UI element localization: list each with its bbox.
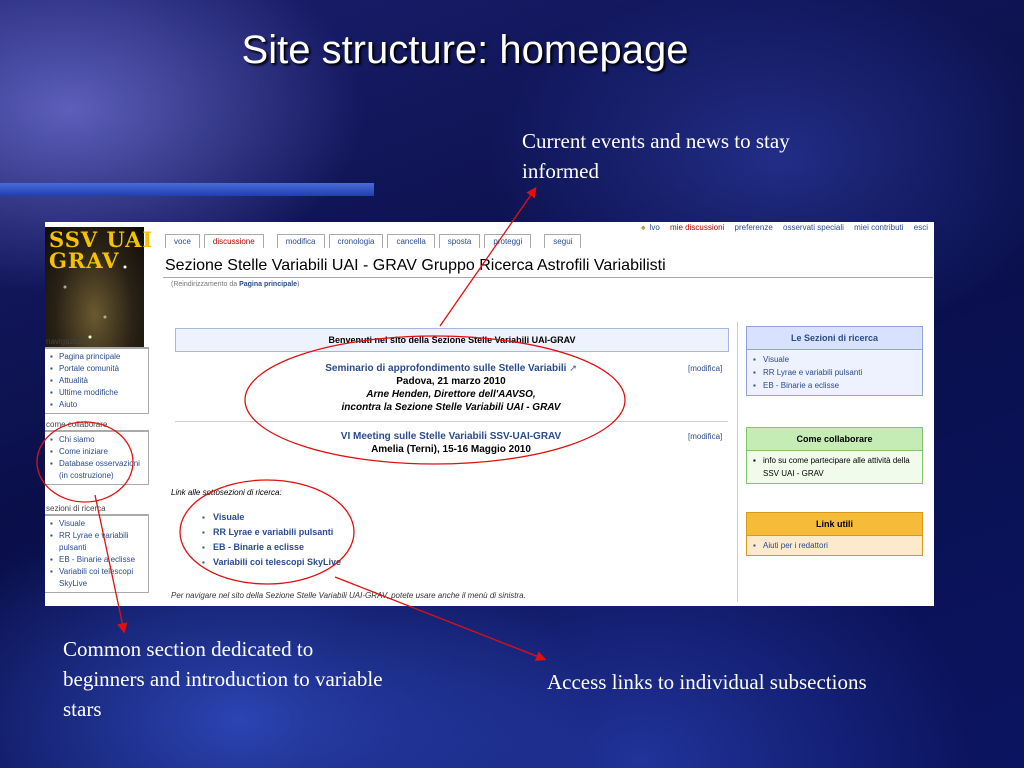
box-collaborate: Come collaborare info su come partecipar…	[746, 427, 923, 484]
event-title: Seminario di approfondimento sulle Stell…	[175, 362, 727, 375]
event-title-link[interactable]: Seminario di approfondimento sulle Stell…	[325, 363, 566, 374]
accent-bar	[0, 183, 374, 196]
callout-beginners: Common section dedicated to beginners an…	[63, 637, 383, 721]
event-divider	[175, 421, 728, 422]
subsection-link-visuale[interactable]: Visuale	[201, 510, 341, 525]
external-link-icon: ↗	[569, 363, 577, 373]
box-research-sections: Le Sezioni di ricerca Visuale RR Lyrae e…	[746, 326, 923, 396]
sidebar-item-rr-lyrae[interactable]: RR Lyrae e variabili pulsanti	[49, 530, 146, 554]
sidebar-box: Visuale RR Lyrae e variabili pulsanti EB…	[45, 515, 149, 593]
sidebar-heading: navigazione	[45, 336, 149, 348]
footer-note: Per navigare nel sito della Sezione Stel…	[171, 591, 526, 600]
user-link-logout[interactable]: esci	[914, 223, 928, 232]
sidebar-item-get-started[interactable]: Come iniziare	[49, 446, 146, 458]
box-title: Come collaborare	[746, 427, 923, 451]
event-seminar: Seminario di approfondimento sulle Stell…	[175, 362, 727, 414]
sidebar-item-main-page[interactable]: Pagina principale	[49, 351, 146, 363]
sidebar-sections: sezioni di ricerca Visuale RR Lyrae e va…	[45, 503, 149, 593]
tab-cronologia[interactable]: cronologia	[328, 234, 384, 248]
logo-text: SSV UAI GRAV	[49, 227, 154, 273]
subsections-list: Visuale RR Lyrae e variabili pulsanti EB…	[201, 510, 341, 570]
event-title-link[interactable]: VI Meeting sulle Stelle Variabili SSV-UA…	[175, 430, 727, 443]
tab-proteggi[interactable]: proteggi	[484, 234, 532, 248]
subsection-link-eb[interactable]: EB - Binarie a eclisse	[201, 540, 341, 555]
edit-link[interactable]: [modifica]	[688, 432, 722, 441]
user-bar: ♠ lvo mie discussioni preferenze osserva…	[633, 223, 928, 232]
title-divider	[163, 277, 933, 278]
redirect-prefix: (Reindirizzamento da	[171, 281, 240, 288]
user-link-watchlist[interactable]: osservati speciali	[783, 223, 844, 232]
user-icon: ♠	[641, 223, 646, 232]
sidebar-item-community[interactable]: Portale comunità	[49, 363, 146, 375]
event-line: incontra la Sezione Stelle Variabili UAI…	[341, 402, 561, 413]
wiki-screenshot: SSV UAI GRAV ♠ lvo mie discussioni prefe…	[45, 222, 934, 606]
tab-modifica[interactable]: modifica	[276, 234, 325, 248]
event-line: Amelia (Terni), 15-16 Maggio 2010	[371, 444, 531, 455]
box-useful-links: Link utili Aiuti per i redattori	[746, 512, 923, 556]
box-link-rr-lyrae[interactable]: RR Lyrae e variabili pulsanti	[753, 366, 916, 379]
box-title: Le Sezioni di ricerca	[746, 326, 923, 350]
sidebar-item-about[interactable]: Chi siamo	[49, 434, 146, 446]
sidebar-item-database[interactable]: Database osservazioni (in costruzione)	[49, 458, 146, 482]
box-link-eb[interactable]: EB - Binarie a eclisse	[753, 379, 916, 392]
tab-discussione[interactable]: discussione	[203, 234, 264, 248]
site-logo[interactable]: SSV UAI GRAV	[45, 227, 152, 352]
sidebar-heading: sezioni di ricerca	[45, 503, 149, 515]
sidebar-box: Pagina principale Portale comunità Attua…	[45, 348, 149, 414]
event-line: Padova, 21 marzo 2010	[396, 376, 506, 387]
sidebar-heading: come collaborare	[45, 419, 149, 431]
user-link-contributions[interactable]: miei contributi	[854, 223, 903, 232]
sidebar-item-news[interactable]: Attualità	[49, 375, 146, 387]
box-link-participate[interactable]: info su come partecipare alle attività d…	[753, 454, 916, 480]
welcome-banner: Benvenuti nel sito della Sezione Stelle …	[175, 328, 729, 352]
slide-title: Site structure: homepage	[241, 28, 689, 72]
tab-cancella[interactable]: cancella	[387, 234, 435, 248]
page-tabs: voce discussione modifica cronologia can…	[165, 234, 582, 248]
sidebar-navigation: navigazione Pagina principale Portale co…	[45, 336, 149, 414]
user-link-preferences[interactable]: preferenze	[735, 223, 773, 232]
callout-news: Current events and news to stay informed	[522, 129, 790, 183]
event-meeting: VI Meeting sulle Stelle Variabili SSV-UA…	[175, 430, 727, 456]
subsections-label: Link alle sottosezioni di ricerca:	[171, 488, 282, 497]
box-body: Aiuti per i redattori	[746, 536, 923, 556]
sidebar-collaborate: come collaborare Chi siamo Come iniziare…	[45, 419, 149, 485]
sidebar-item-recent-changes[interactable]: Ultime modifiche	[49, 387, 146, 399]
edit-link[interactable]: [modifica]	[688, 364, 722, 373]
event-line: Arne Henden, Direttore dell'AAVSO,	[366, 389, 536, 400]
box-body: Visuale RR Lyrae e variabili pulsanti EB…	[746, 350, 923, 396]
subsection-link-skylive[interactable]: Variabili coi telescopi SkyLive	[201, 555, 341, 570]
callout-subsections: Access links to individual subsections	[547, 670, 867, 694]
page-title: Sezione Stelle Variabili UAI - GRAV Grup…	[165, 257, 666, 274]
sidebar-item-eb[interactable]: EB - Binarie a eclisse	[49, 554, 146, 566]
redirect-link[interactable]: Pagina principale	[239, 281, 297, 288]
sidebar-box: Chi siamo Come iniziare Database osserva…	[45, 431, 149, 485]
sidebar-item-help[interactable]: Aiuto	[49, 399, 146, 411]
column-divider	[737, 322, 738, 602]
box-link-visuale[interactable]: Visuale	[753, 353, 916, 366]
subsection-link-rr-lyrae[interactable]: RR Lyrae e variabili pulsanti	[201, 525, 341, 540]
box-body: info su come partecipare alle attività d…	[746, 451, 923, 484]
redirect-note: (Reindirizzamento da Pagina principale)	[171, 281, 299, 288]
box-link-editor-help[interactable]: Aiuti per i redattori	[753, 539, 916, 552]
user-link-talk[interactable]: mie discussioni	[670, 223, 724, 232]
tab-segui[interactable]: segui	[544, 234, 582, 248]
user-link-user[interactable]: lvo	[650, 223, 660, 232]
sidebar-item-skylive[interactable]: Variabili coi telescopi SkyLive	[49, 566, 146, 590]
tab-sposta[interactable]: sposta	[438, 234, 481, 248]
redirect-suffix: )	[297, 281, 300, 288]
sidebar-item-visuale[interactable]: Visuale	[49, 518, 146, 530]
box-title: Link utili	[746, 512, 923, 536]
tab-voce[interactable]: voce	[165, 234, 200, 248]
